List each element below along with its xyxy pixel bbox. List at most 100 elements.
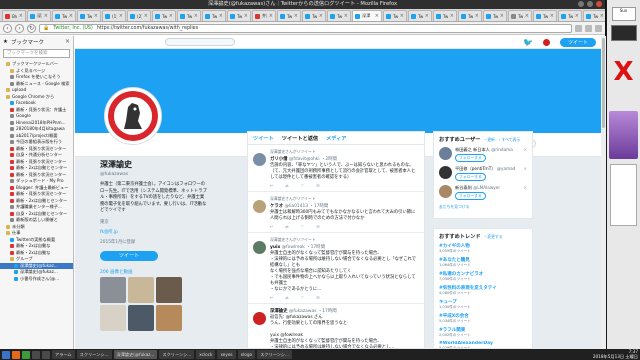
browser-tab[interactable]: Twi× <box>202 10 226 21</box>
url-text[interactable]: https://twitter.com/fukazawas/with_repli… <box>97 26 198 31</box>
sticky-note[interactable] <box>610 164 637 226</box>
taskbar-task[interactable]: スクリーンシ... <box>76 350 112 359</box>
browser-tab[interactable]: Twi× <box>52 10 76 21</box>
editor-launcher-icon[interactable] <box>42 350 50 359</box>
tweet[interactable]: 深澤論史 @fukazawas ・17時間 返信先: @fukazawas さん … <box>248 304 424 348</box>
tab-close-icon[interactable]: × <box>425 13 429 19</box>
bookmark-search-input[interactable]: ブックマークを検索 <box>3 49 70 58</box>
sidebar-title[interactable]: ブックマーク <box>11 38 44 46</box>
tweet-author[interactable]: 深澤論史 <box>270 309 288 314</box>
window-titlebar[interactable]: 深澤諭史(@fukazawas)さん｜Twitterからの送信ログツイート - … <box>0 0 605 9</box>
view-all-link[interactable]: ・すべて表示 <box>498 137 520 143</box>
tab-close-icon[interactable]: × <box>450 13 454 19</box>
tweet[interactable]: 深澤論史さんがリツイート ケラオ @lia01413 ・17時間 弁護士は和解時30… <box>248 192 424 233</box>
user-name[interactable]: 平田修（pentiTrnT） @yamad <box>455 166 515 172</box>
like-icon[interactable]: ♡ <box>301 183 305 188</box>
profile-avatar[interactable] <box>105 88 161 144</box>
browser-tab[interactable]: Twi× <box>302 10 326 21</box>
dismiss-icon[interactable]: × <box>524 147 527 152</box>
timeline-tab[interactable]: メディア <box>326 135 346 142</box>
browser-tab[interactable]: Twi× <box>327 10 351 21</box>
tab-close-icon[interactable]: × <box>94 13 98 19</box>
like-icon[interactable]: ♡ <box>301 224 305 229</box>
scrollbar-thumb[interactable] <box>602 38 605 128</box>
browser-tab[interactable]: Twi× <box>458 10 482 21</box>
browser-tab[interactable]: Twi× <box>177 10 201 21</box>
timeline-tab[interactable]: ツイートと返信 <box>282 135 318 142</box>
profile-handle[interactable]: @fukazawas <box>100 172 208 177</box>
own-avatar[interactable] <box>542 38 550 46</box>
firefox-launcher-icon[interactable] <box>12 350 20 359</box>
tweet[interactable]: 深澤論史さんがリツイート yuix @fowlreak ・17時間 弁護士自主的がな… <box>248 233 424 304</box>
photos-videos-link[interactable]: 206 画像と動画 <box>100 269 208 275</box>
dm-icon[interactable]: ✉ <box>316 224 319 229</box>
browser-tab[interactable]: Twi× <box>433 10 457 21</box>
taskbar-task[interactable]: スクリーンシ... <box>159 350 195 359</box>
tab-close-icon[interactable]: × <box>69 13 73 19</box>
tab-close-icon[interactable]: × <box>169 13 173 19</box>
refresh-link[interactable]: ・更新 <box>483 137 494 143</box>
tweet-avatar[interactable] <box>253 241 266 254</box>
media-thumb[interactable] <box>128 276 154 303</box>
trend-item[interactable]: #平成Xの会合 5,034件のツイート <box>439 313 527 324</box>
browser-tab[interactable]: Twi× <box>533 10 557 21</box>
tweet-author[interactable]: ガリ小僧 <box>270 157 288 162</box>
twitter-bird-icon[interactable]: 🐦 <box>523 38 533 47</box>
trend-item[interactable]: #WorldAlexanderDay 5,029件のツイート <box>439 341 527 348</box>
follow-user-button[interactable]: フォローする <box>455 173 486 181</box>
bookmark-item[interactable]: 小番号作成さん(@... <box>0 276 73 283</box>
media-thumb[interactable] <box>156 276 182 303</box>
follow-user-button[interactable]: フォローする <box>455 154 486 162</box>
browser-tab[interactable]: Twi× <box>77 10 101 21</box>
tweet[interactable]: 深澤論史さんがリツイート ガリ小僧 @fdavit@ohki ・2時間 告訴の内容、… <box>248 145 424 192</box>
like-icon[interactable]: ♡ <box>301 295 305 300</box>
tab-close-icon[interactable]: × <box>119 13 123 19</box>
tab-close-icon[interactable]: × <box>500 13 504 19</box>
media-thumb[interactable] <box>100 304 126 331</box>
browser-tab[interactable]: Twi× <box>508 10 532 21</box>
media-thumb[interactable] <box>128 304 154 331</box>
media-thumb[interactable] <box>156 304 182 331</box>
compose-tweet-button[interactable]: ツイート <box>559 37 596 47</box>
browser-tab[interactable]: Twi× <box>383 10 407 21</box>
media-thumb[interactable] <box>100 276 126 303</box>
browser-tab[interactable]: Twi× <box>583 10 605 21</box>
browser-tab[interactable]: 弁護× <box>252 10 276 21</box>
tweet-avatar[interactable] <box>253 312 266 325</box>
profile-name[interactable]: 深澤諭史 <box>100 159 208 170</box>
browser-tab[interactable]: Twi× <box>408 10 432 21</box>
trend-item[interactable]: #気性料の表現を変えタテイ 4,080件のツイート <box>439 285 527 296</box>
page-scrollbar[interactable] <box>601 36 606 349</box>
taskbar-task[interactable]: xclock <box>196 350 216 359</box>
tab-close-icon[interactable]: × <box>244 13 248 19</box>
tab-close-icon[interactable]: × <box>475 13 479 19</box>
dismiss-icon[interactable]: × <box>524 166 527 171</box>
browser-tab[interactable]: Twi× <box>152 10 176 21</box>
tweet-author[interactable]: ケラオ <box>270 204 283 209</box>
dm-icon[interactable]: ✉ <box>316 183 319 188</box>
taskbar-task[interactable]: xlogo <box>237 350 256 359</box>
browser-tab[interactable]: Twi× <box>558 10 582 21</box>
tweet-handle[interactable]: @fowlreak ・17時間 <box>282 245 325 250</box>
browser-tab[interactable]: Twi× <box>227 10 251 21</box>
url-bar[interactable]: 🔒 Twitter, Inc. (US) https://twitter.com… <box>39 23 572 33</box>
downloads-icon[interactable] <box>585 24 592 32</box>
tab-close-icon[interactable]: × <box>600 13 604 19</box>
browser-tab[interactable]: (2)× <box>127 10 151 21</box>
menu-icon[interactable] <box>595 24 602 32</box>
files-launcher-icon[interactable] <box>32 350 40 359</box>
tweet-avatar[interactable] <box>253 153 266 166</box>
browser-tab[interactable]: Twi× <box>277 10 301 21</box>
browser-tab[interactable]: Blog× <box>2 10 26 21</box>
tab-close-icon[interactable]: × <box>294 13 298 19</box>
xlogo-window[interactable]: X <box>610 59 638 85</box>
trend-item[interactable]: #ラフル関東 2,002件のツイート <box>439 327 527 338</box>
user-avatar[interactable] <box>439 147 452 160</box>
reload-icon[interactable]: ↻ <box>27 23 36 33</box>
tab-close-icon[interactable]: × <box>269 13 273 19</box>
tab-close-icon[interactable]: × <box>19 13 23 19</box>
taskbar-task[interactable]: アラーム <box>52 350 75 359</box>
trend-item[interactable]: #カイギの人物 3,059件のツイート <box>439 243 527 254</box>
maximize-button[interactable] <box>587 1 593 7</box>
screenshot-thumbnail[interactable] <box>610 25 637 41</box>
